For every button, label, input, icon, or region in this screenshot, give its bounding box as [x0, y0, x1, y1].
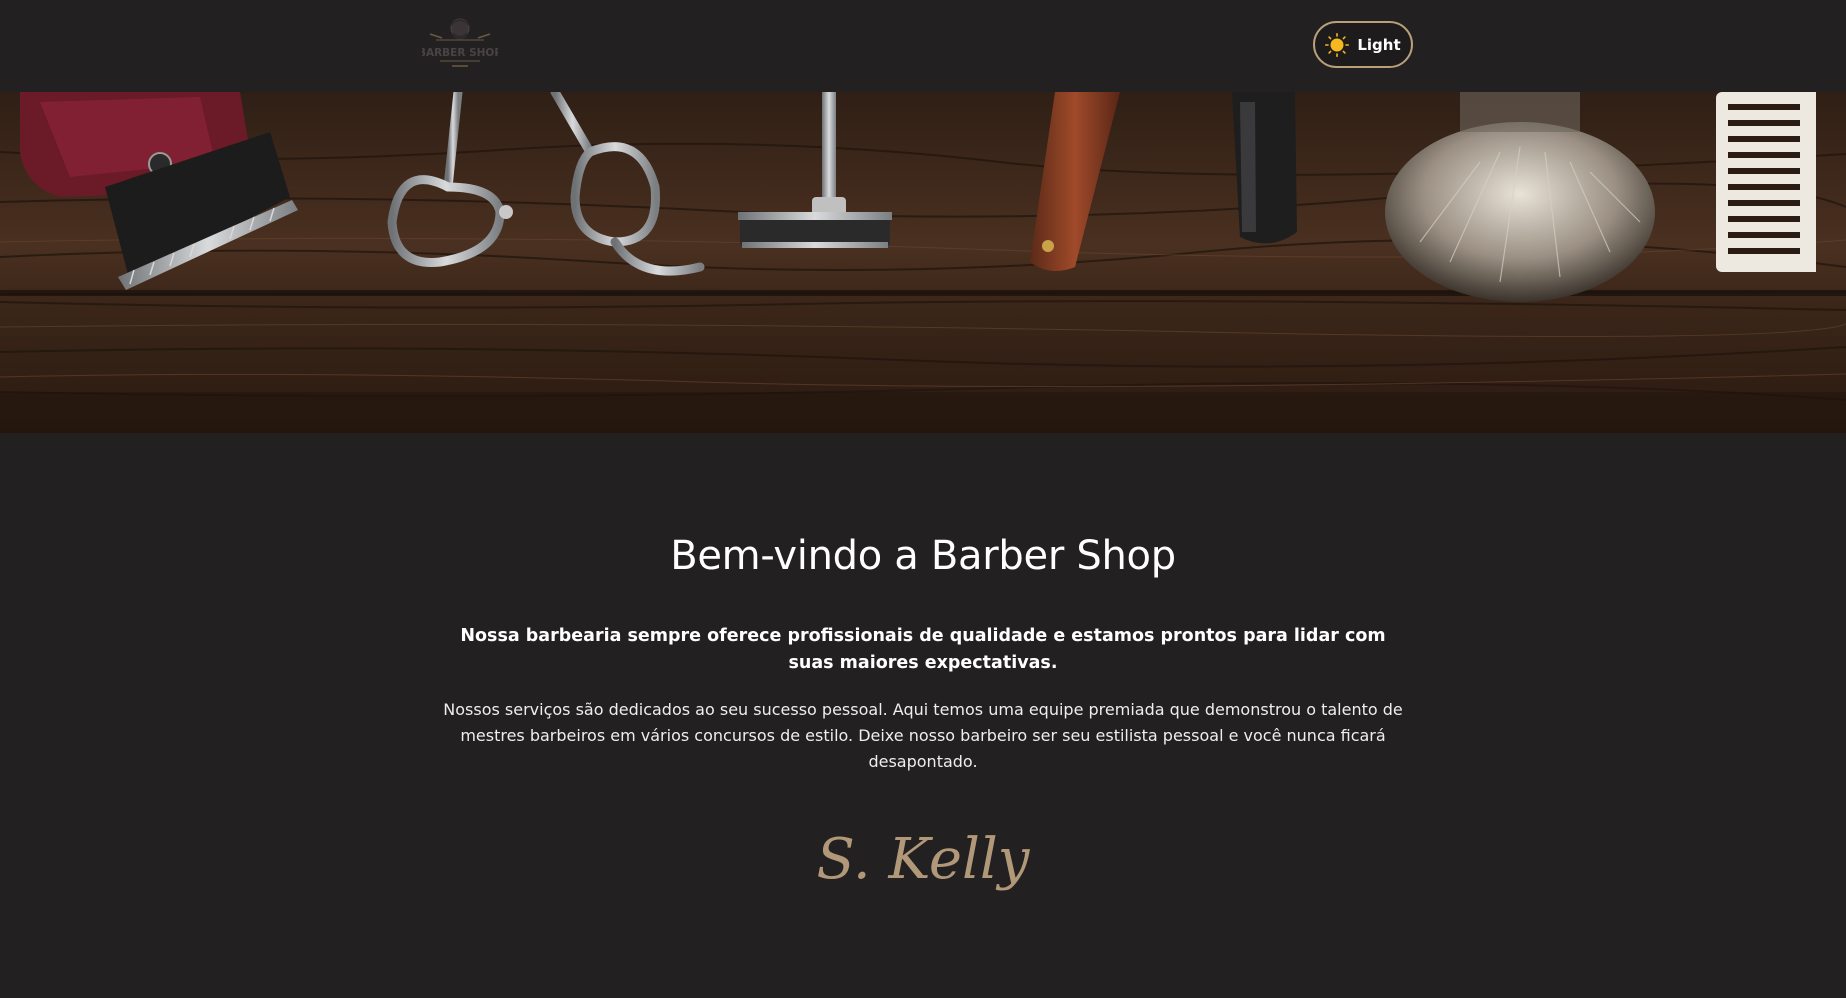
sun-icon	[1325, 32, 1350, 57]
barber-shop-logo[interactable]: BARBER SHOP	[418, 14, 502, 76]
top-navigation-bar: BARBER SHOP Light	[0, 0, 1846, 92]
page-title: Bem-vindo a Barber Shop	[670, 533, 1176, 579]
signature: S. Kelly	[816, 827, 1030, 892]
barber-tools-banner-image	[0, 92, 1846, 433]
logo-text: BARBER SHOP	[422, 47, 498, 59]
lead-paragraph: Nossa barbearia sempre oferece profissio…	[460, 626, 1386, 673]
hero-banner	[0, 92, 1846, 433]
description-paragraph: Nossos serviços são dedicados ao seu suc…	[443, 700, 1403, 771]
theme-toggle-button[interactable]: Light	[1313, 21, 1413, 68]
theme-toggle-label: Light	[1357, 35, 1401, 54]
